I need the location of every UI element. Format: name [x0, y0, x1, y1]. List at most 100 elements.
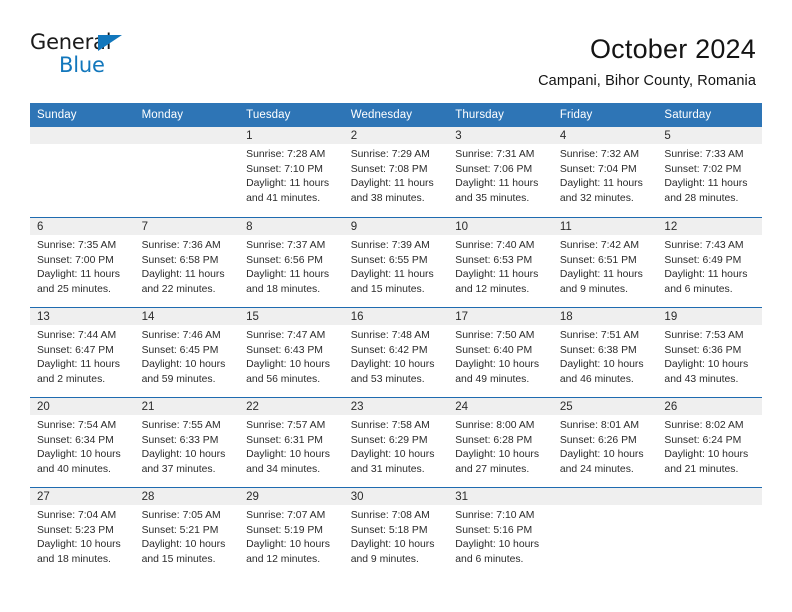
day-detail-line: Sunset: 6:49 PM [664, 254, 742, 266]
day-detail-line: Sunset: 6:56 PM [246, 254, 323, 266]
calendar-day-cell[interactable]: 8 Sunrise: 7:37 AM Sunset: 6:56 PM Daylight… [239, 218, 344, 307]
calendar-day-cell[interactable]: 10 Sunrise: 7:40 AM Sunset: 6:53 PM Dayligh… [448, 218, 553, 307]
calendar-day-cell[interactable]: 27 Sunrise: 7:04 AM Sunset: 5:23 PM Dayligh… [30, 488, 135, 577]
day-detail-line: Daylight: 11 hours [350, 178, 434, 190]
day-detail-line: and 56 minutes. [246, 373, 321, 385]
day-detail-line: Daylight: 10 hours [559, 449, 644, 461]
day-detail-line: and 43 minutes. [664, 373, 739, 385]
calendar-day-cell[interactable]: 1 Sunrise: 7:28 AM Sunset: 7:10 PM Daylight… [239, 127, 344, 217]
calendar-day-cell[interactable]: 28 Sunrise: 7:05 AM Sunset: 5:21 PM Dayligh… [134, 488, 240, 577]
calendar-day-cell[interactable]: 31 Sunrise: 7:10 AM Sunset: 5:16 PM Dayligh… [448, 488, 553, 577]
day-detail-line: Sunrise: 7:58 AM [350, 420, 430, 431]
generalblue-logo[interactable]: General Blue [30, 32, 150, 76]
day-detail-line: Daylight: 10 hours [455, 539, 540, 551]
calendar-day-cell[interactable]: 19 Sunrise: 7:53 AM Sunset: 6:36 PM Dayligh… [657, 308, 762, 397]
day-detail-line: Daylight: 11 hours [246, 269, 330, 281]
calendar-day-cell[interactable]: 9 Sunrise: 7:39 AM Sunset: 6:55 PM Daylight… [343, 218, 449, 307]
calendar-day-cell[interactable]: 16 Sunrise: 7:48 AM Sunset: 6:42 PM Dayligh… [343, 308, 449, 397]
day-number: 6 [30, 218, 135, 235]
calendar-day-cell[interactable]: 18 Sunrise: 7:51 AM Sunset: 6:38 PM Dayligh… [552, 308, 658, 397]
day-detail-line: Daylight: 10 hours [664, 449, 749, 461]
calendar-day-cell[interactable]: 29 Sunrise: 7:07 AM Sunset: 5:19 PM Dayligh… [239, 488, 344, 577]
calendar-day-cell[interactable]: 24 Sunrise: 8:00 AM Sunset: 6:28 PM Dayligh… [448, 398, 553, 487]
calendar-day-cell[interactable]: 7 Sunrise: 7:36 AM Sunset: 6:58 PM Daylight… [134, 218, 240, 307]
calendar-day-cell[interactable]: 4 Sunrise: 7:32 AM Sunset: 7:04 PM Daylight… [552, 127, 658, 217]
day-detail-line: Sunrise: 7:35 AM [37, 240, 117, 251]
calendar-day-cell[interactable]: 14 Sunrise: 7:46 AM Sunset: 6:45 PM Dayligh… [134, 308, 240, 397]
day-detail-line: Sunset: 7:02 PM [664, 163, 742, 175]
calendar-day-cell[interactable]: 5 Sunrise: 7:33 AM Sunset: 7:02 PM Daylight… [657, 127, 762, 217]
calendar-day-cell[interactable]: 2 Sunrise: 7:29 AM Sunset: 7:08 PM Daylight… [343, 127, 449, 217]
day-detail-line: and 46 minutes. [559, 373, 634, 385]
calendar-day-cell[interactable]: 15 Sunrise: 7:47 AM Sunset: 6:43 PM Dayligh… [239, 308, 344, 397]
day-detail-line: Daylight: 11 hours [141, 269, 225, 281]
day-detail-line: Sunset: 6:42 PM [350, 344, 428, 356]
day-number: 14 [134, 308, 240, 325]
day-detail-line: Daylight: 10 hours [350, 539, 435, 551]
calendar-week-row: 13 Sunrise: 7:44 AM Sunset: 6:47 PM Dayligh… [30, 307, 762, 397]
calendar-day-cell[interactable]: 20 Sunrise: 7:54 AM Sunset: 6:34 PM Dayligh… [30, 398, 135, 487]
day-detail-line: and 53 minutes. [350, 373, 425, 385]
calendar-body: 1 Sunrise: 7:28 AM Sunset: 7:10 PM Daylight… [30, 127, 762, 577]
day-number: 11 [552, 218, 658, 235]
day-number: 5 [657, 127, 762, 144]
day-detail-line: and 18 minutes. [37, 553, 111, 565]
weekday-header-tuesday: Tuesday [246, 109, 291, 121]
day-detail-line: Daylight: 11 hours [455, 269, 539, 281]
day-detail-line: and 32 minutes. [559, 192, 634, 204]
day-detail-line: Sunrise: 7:37 AM [246, 240, 326, 251]
calendar-day-cell[interactable]: 21 Sunrise: 7:55 AM Sunset: 6:33 PM Dayligh… [134, 398, 240, 487]
day-detail-line: and 12 minutes. [246, 553, 321, 565]
day-number: 8 [239, 218, 344, 235]
day-detail-line: Daylight: 10 hours [664, 359, 749, 371]
day-details: Sunrise: 7:40 AM Sunset: 6:53 PM Daylight:… [448, 235, 553, 297]
calendar-day-cell[interactable]: 12 Sunrise: 7:43 AM Sunset: 6:49 PM Dayligh… [657, 218, 762, 307]
day-details: Sunrise: 7:51 AM Sunset: 6:38 PM Daylight:… [553, 325, 658, 387]
calendar-day-cell[interactable]: 3 Sunrise: 7:31 AM Sunset: 7:06 PM Daylight… [448, 127, 553, 217]
calendar-day-cell[interactable]: 6 Sunrise: 7:35 AM Sunset: 7:00 PM Daylight… [30, 218, 135, 307]
day-detail-line: Sunrise: 7:42 AM [559, 240, 639, 251]
day-detail-line: Sunrise: 7:05 AM [141, 510, 221, 521]
day-detail-line: and 40 minutes. [37, 463, 111, 475]
day-detail-line: Sunrise: 7:47 AM [246, 330, 326, 341]
day-detail-line: Sunset: 7:04 PM [559, 163, 637, 175]
day-details: Sunrise: 7:36 AM Sunset: 6:58 PM Daylight:… [135, 235, 240, 297]
day-detail-line: Sunrise: 7:43 AM [664, 240, 744, 251]
day-details: Sunrise: 7:50 AM Sunset: 6:40 PM Daylight:… [448, 325, 553, 387]
day-detail-line: Daylight: 11 hours [37, 269, 120, 281]
day-details: Sunrise: 7:42 AM Sunset: 6:51 PM Daylight:… [553, 235, 658, 297]
day-number: 29 [239, 488, 344, 505]
weekday-header-thursday: Thursday [455, 109, 505, 121]
day-detail-line: Sunset: 6:45 PM [141, 344, 219, 356]
logo-triangle-icon [98, 35, 122, 51]
weekday-header-friday: Friday [559, 109, 593, 121]
calendar-day-cell[interactable]: 11 Sunrise: 7:42 AM Sunset: 6:51 PM Dayligh… [552, 218, 658, 307]
day-detail-line: and 12 minutes. [455, 283, 530, 295]
calendar-day-cell[interactable]: 17 Sunrise: 7:50 AM Sunset: 6:40 PM Dayligh… [448, 308, 553, 397]
calendar-day-cell[interactable]: 22 Sunrise: 7:57 AM Sunset: 6:31 PM Dayligh… [239, 398, 344, 487]
day-detail-line: Sunset: 6:53 PM [455, 254, 533, 266]
calendar-day-cell[interactable]: 26 Sunrise: 8:02 AM Sunset: 6:24 PM Dayligh… [657, 398, 762, 487]
day-number: 23 [343, 398, 449, 415]
day-number [657, 488, 762, 505]
day-details: Sunrise: 7:37 AM Sunset: 6:56 PM Daylight:… [239, 235, 344, 297]
calendar-day-cell[interactable]: 13 Sunrise: 7:44 AM Sunset: 6:47 PM Dayligh… [30, 308, 135, 397]
calendar-day-cell[interactable]: 30 Sunrise: 7:08 AM Sunset: 5:18 PM Dayligh… [343, 488, 449, 577]
day-details: Sunrise: 7:05 AM Sunset: 5:21 PM Daylight:… [135, 505, 240, 567]
calendar-day-cell[interactable]: 25 Sunrise: 8:01 AM Sunset: 6:26 PM Dayligh… [552, 398, 658, 487]
day-detail-line: Daylight: 11 hours [37, 359, 120, 371]
day-detail-line: Daylight: 11 hours [559, 269, 643, 281]
day-number: 28 [134, 488, 240, 505]
calendar-week-row: 20 Sunrise: 7:54 AM Sunset: 6:34 PM Dayligh… [30, 397, 762, 487]
calendar-day-cell-empty [552, 488, 658, 577]
day-detail-line: and 28 minutes. [664, 192, 739, 204]
day-details: Sunrise: 7:43 AM Sunset: 6:49 PM Daylight:… [657, 235, 762, 297]
day-detail-line: Daylight: 10 hours [350, 359, 435, 371]
day-number: 10 [448, 218, 553, 235]
day-detail-line: and 38 minutes. [350, 192, 425, 204]
day-number: 19 [657, 308, 762, 325]
day-detail-line: Sunset: 5:16 PM [455, 524, 533, 536]
calendar-day-cell[interactable]: 23 Sunrise: 7:58 AM Sunset: 6:29 PM Dayligh… [343, 398, 449, 487]
day-detail-line: and 15 minutes. [350, 283, 425, 295]
day-detail-line: Sunset: 6:40 PM [455, 344, 533, 356]
